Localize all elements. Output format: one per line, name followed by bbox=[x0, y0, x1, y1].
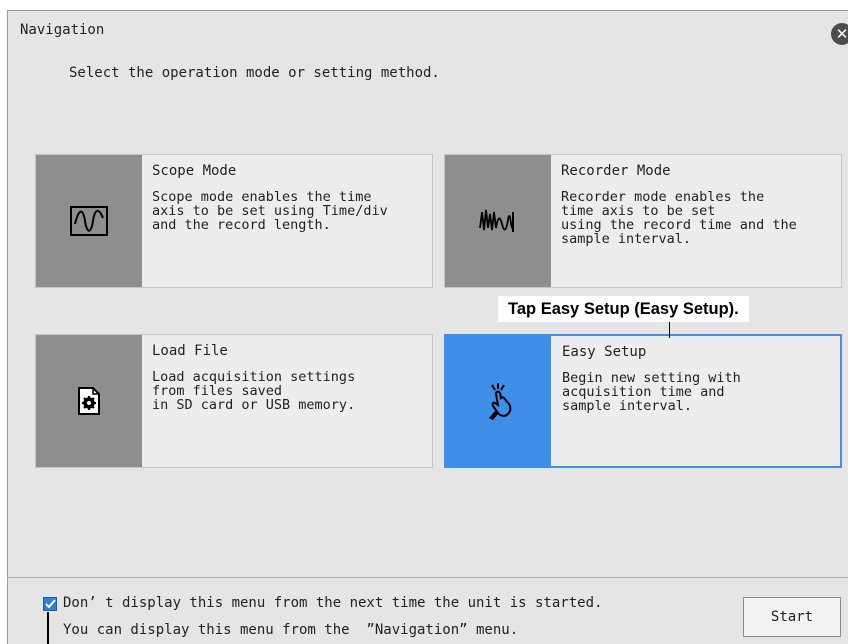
callout-label: Tap Easy Setup (Easy Setup). bbox=[498, 296, 749, 322]
easy-setup-description: Begin new setting with acquisition time … bbox=[562, 370, 741, 414]
navigation-dialog: Navigation ✕ Select the operation mode o… bbox=[7, 10, 848, 644]
waveform-record-icon bbox=[479, 209, 514, 232]
checkmark-icon bbox=[44, 599, 56, 609]
checkbox-pointer-line bbox=[47, 612, 49, 644]
tap-hand-icon bbox=[489, 383, 512, 420]
recorder-mode-title: Recorder Mode bbox=[561, 163, 671, 179]
start-button[interactable]: Start bbox=[743, 597, 841, 637]
load-file-description: Load acquisition settings from files sav… bbox=[152, 369, 356, 413]
dont-show-again-checkbox[interactable] bbox=[43, 597, 57, 611]
load-file-card[interactable]: Load File Load acquisition settings from… bbox=[35, 334, 433, 468]
load-file-title: Load File bbox=[152, 343, 228, 359]
footer-divider bbox=[7, 577, 848, 578]
sine-wave-icon bbox=[70, 206, 108, 236]
dialog-subtitle: Select the operation mode or setting met… bbox=[69, 65, 440, 81]
easy-setup-icon-panel bbox=[445, 335, 551, 467]
callout-pointer-line bbox=[669, 322, 670, 338]
recorder-mode-icon-panel bbox=[445, 155, 551, 287]
dialog-title: Navigation bbox=[20, 22, 105, 38]
easy-setup-title: Easy Setup bbox=[562, 344, 647, 360]
file-settings-icon bbox=[78, 387, 100, 415]
scope-mode-title: Scope Mode bbox=[152, 163, 237, 179]
load-file-icon-panel bbox=[36, 335, 142, 467]
dont-show-again-label: Don’ t display this menu from the next t… bbox=[63, 595, 603, 611]
navigation-hint: You can display this menu from the ”Navi… bbox=[63, 622, 519, 638]
close-icon[interactable]: ✕ bbox=[831, 23, 848, 45]
scope-mode-icon-panel bbox=[36, 155, 142, 287]
recorder-mode-card[interactable]: Recorder Mode Recorder mode enables the … bbox=[444, 154, 842, 288]
scope-mode-description: Scope mode enables the time axis to be s… bbox=[152, 189, 388, 233]
scope-mode-card[interactable]: Scope Mode Scope mode enables the time a… bbox=[35, 154, 433, 288]
easy-setup-card[interactable]: Easy Setup Begin new setting with acquis… bbox=[444, 334, 842, 468]
recorder-mode-description: Recorder mode enables the time axis to b… bbox=[561, 189, 797, 247]
